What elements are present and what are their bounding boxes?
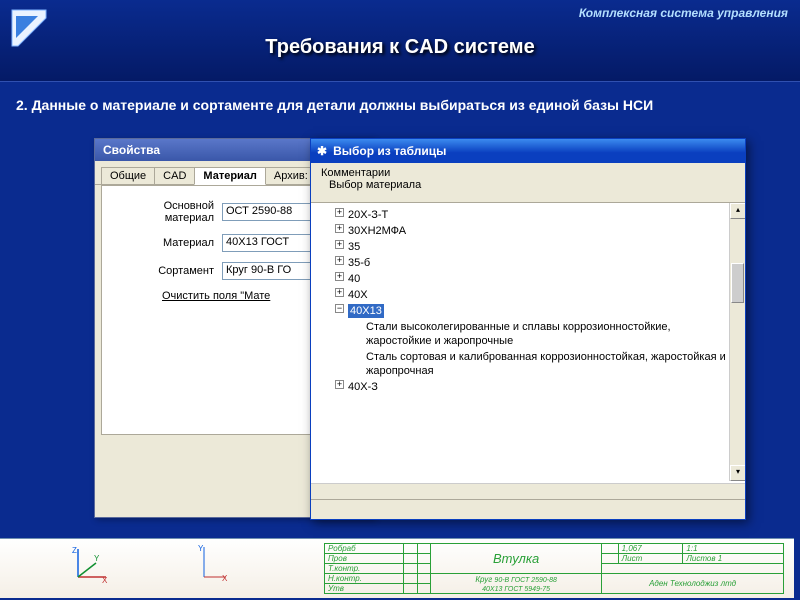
tree-item-label: 20Х-З-Т	[348, 208, 388, 222]
tree-item-label: 35-б	[348, 256, 370, 270]
expand-icon[interactable]: +	[335, 272, 344, 281]
osn-material-label: Основной материал	[112, 200, 222, 224]
tree-item-label: 40Х-З	[348, 380, 378, 394]
tree-item[interactable]: −40Х13	[317, 303, 739, 319]
tree-item[interactable]: Сталь сортовая и калиброванная коррозион…	[317, 349, 739, 379]
tree-item-label: Стали высоколегированные и сплавы корроз…	[366, 320, 739, 348]
axis-x-label: X	[102, 576, 108, 585]
cad-drawing-strip: Z X Y Y X РобрабВтулка1,0671:1 ПровЛистЛ…	[0, 538, 794, 598]
expand-icon[interactable]: +	[335, 208, 344, 217]
svg-text:Y: Y	[198, 544, 204, 553]
picker-menubar: Комментарии Выбор материала	[311, 163, 745, 203]
tree-item-label: 30ХН2МФА	[348, 224, 406, 238]
header-subtitle: Комплексная система управления	[579, 6, 788, 20]
expand-icon[interactable]: +	[335, 380, 344, 389]
tree-item[interactable]: +40Х	[317, 287, 739, 303]
app-icon: ✱	[317, 139, 327, 163]
axis-z-label: Z	[72, 546, 77, 555]
menu-comments[interactable]: Комментарии	[321, 167, 735, 179]
tree-item-label: Сталь сортовая и калиброванная коррозион…	[366, 350, 739, 378]
tab-material[interactable]: Материал	[194, 167, 266, 185]
expand-icon[interactable]: +	[335, 256, 344, 265]
tree-item[interactable]: +40Х-З	[317, 379, 739, 395]
tree-item-label: 40	[348, 272, 360, 286]
axis-y-label: Y	[94, 554, 100, 563]
tab-cad[interactable]: CAD	[154, 167, 195, 184]
tab-general[interactable]: Общие	[101, 167, 155, 184]
tree-item-label: 40Х	[348, 288, 368, 302]
tree-vertical-scrollbar[interactable]: ▴ ▾	[729, 203, 745, 481]
expand-icon[interactable]: +	[335, 240, 344, 249]
expand-icon[interactable]: +	[335, 224, 344, 233]
slide-header: Комплексная система управления Требовани…	[0, 0, 800, 82]
picker-title-text: Выбор из таблицы	[333, 139, 446, 163]
tree-item-label: 35	[348, 240, 360, 254]
picker-footer	[311, 499, 745, 519]
scroll-up-icon[interactable]: ▴	[730, 203, 745, 219]
tree-item[interactable]: +35	[317, 239, 739, 255]
picker-titlebar[interactable]: ✱ Выбор из таблицы	[311, 139, 745, 163]
tree-item[interactable]: +20Х-З-Т	[317, 207, 739, 223]
axes-gizmo: Z X Y	[70, 545, 110, 585]
material-label: Материал	[112, 237, 222, 249]
scroll-down-icon[interactable]: ▾	[730, 465, 745, 481]
titleblock-table: РобрабВтулка1,0671:1 ПровЛистЛистов 1 Т.…	[324, 543, 784, 595]
axes-gizmo-2: Y X	[198, 543, 228, 583]
collapse-icon[interactable]: −	[335, 304, 344, 313]
slide-body-text: 2. Данные о материале и сортаменте для д…	[0, 82, 800, 121]
table-picker-window: ✱ Выбор из таблицы Комментарии Выбор мат…	[310, 138, 746, 520]
menu-select-material[interactable]: Выбор материала	[321, 179, 735, 191]
scroll-thumb[interactable]	[731, 263, 744, 303]
sortament-label: Сортамент	[112, 265, 222, 277]
tree-item[interactable]: +30ХН2МФА	[317, 223, 739, 239]
svg-text:X: X	[222, 574, 228, 583]
tree-horizontal-scrollbar[interactable]	[311, 483, 745, 499]
expand-icon[interactable]: +	[335, 288, 344, 297]
app-canvas: Свойства Общие CAD Материал Архив: $V Ос…	[94, 138, 754, 558]
tree-item[interactable]: +35-б	[317, 255, 739, 271]
material-tree: +20Х-З-Т+30ХН2МФА+35+35-б+40+40Х−40Х13Ст…	[311, 203, 745, 499]
tree-item[interactable]: +40	[317, 271, 739, 287]
tree-item[interactable]: Стали высоколегированные и сплавы корроз…	[317, 319, 739, 349]
header-title: Требования к CAD системе	[0, 36, 800, 59]
tree-item-label: 40Х13	[348, 304, 384, 318]
